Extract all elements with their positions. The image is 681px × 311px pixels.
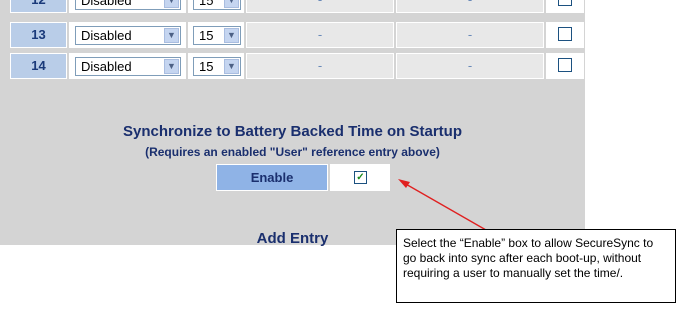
row-enable-checkbox[interactable]	[558, 0, 572, 6]
column-4-value: -	[467, 58, 473, 73]
mode-cell: Disabled ▼	[69, 0, 186, 13]
table-row: 13 Disabled ▼ 15 ▼ - -	[10, 22, 584, 50]
value-cell: 15 ▼	[188, 22, 244, 48]
column-4-cell: -	[396, 0, 544, 13]
column-4-cell: -	[396, 22, 544, 48]
enable-sync-checkbox[interactable]: ✓	[354, 171, 367, 184]
table-row: 14 Disabled ▼ 15 ▼ - -	[10, 53, 584, 81]
column-3-value: -	[317, 58, 323, 73]
mode-select-value: Disabled	[81, 59, 132, 74]
mode-select[interactable]: Disabled ▼	[75, 26, 181, 45]
config-panel: 12 Disabled ▼ 15 ▼ - - 13 Disabled ▼	[0, 0, 585, 247]
chevron-down-icon[interactable]: ▼	[164, 59, 179, 74]
chevron-down-icon[interactable]: ▼	[224, 0, 239, 8]
column-4-cell: -	[396, 53, 544, 79]
column-3-value: -	[247, 0, 393, 12]
sync-section-subtitle: (Requires an enabled "User" reference en…	[145, 145, 440, 159]
value-select[interactable]: 15 ▼	[193, 0, 241, 10]
mode-select[interactable]: Disabled ▼	[75, 0, 181, 10]
chevron-down-icon[interactable]: ▼	[164, 0, 179, 8]
mode-select-value: Disabled	[81, 0, 132, 8]
checkbox-cell	[546, 53, 584, 79]
checkbox-cell	[546, 0, 584, 13]
column-3-cell: -	[246, 53, 394, 79]
value-select-value: 15	[199, 28, 214, 43]
callout-text: Select the “Enable” box to allow SecureS…	[403, 236, 654, 280]
row-enable-checkbox[interactable]	[558, 27, 572, 41]
chevron-down-icon[interactable]: ▼	[224, 59, 239, 74]
row-enable-checkbox[interactable]	[558, 58, 572, 72]
value-select[interactable]: 15 ▼	[193, 57, 241, 76]
column-3-cell: -	[246, 22, 394, 48]
enable-label: Enable	[216, 164, 328, 191]
table-row: 12 Disabled ▼ 15 ▼ - -	[10, 0, 584, 15]
value-select-value: 15	[199, 59, 214, 74]
column-3-cell: -	[246, 0, 394, 13]
column-3-value: -	[317, 27, 323, 42]
sync-section-title: Synchronize to Battery Backed Time on St…	[123, 123, 462, 140]
column-4-value: -	[467, 27, 473, 42]
value-select-value: 15	[199, 0, 214, 8]
enable-checkbox-cell: ✓	[330, 164, 390, 191]
checkbox-cell	[546, 22, 584, 48]
mode-select[interactable]: Disabled ▼	[75, 57, 181, 76]
chevron-down-icon[interactable]: ▼	[224, 28, 239, 43]
mode-cell: Disabled ▼	[69, 22, 186, 48]
mode-select-value: Disabled	[81, 28, 132, 43]
row-number: 13	[10, 22, 67, 48]
value-cell: 15 ▼	[188, 53, 244, 79]
column-4-value: -	[397, 0, 543, 12]
value-select[interactable]: 15 ▼	[193, 26, 241, 45]
chevron-down-icon[interactable]: ▼	[164, 28, 179, 43]
value-cell: 15 ▼	[188, 0, 244, 13]
mode-cell: Disabled ▼	[69, 53, 186, 79]
row-number: 12	[10, 0, 67, 13]
row-number: 14	[10, 53, 67, 79]
annotation-callout: Select the “Enable” box to allow SecureS…	[396, 229, 676, 303]
